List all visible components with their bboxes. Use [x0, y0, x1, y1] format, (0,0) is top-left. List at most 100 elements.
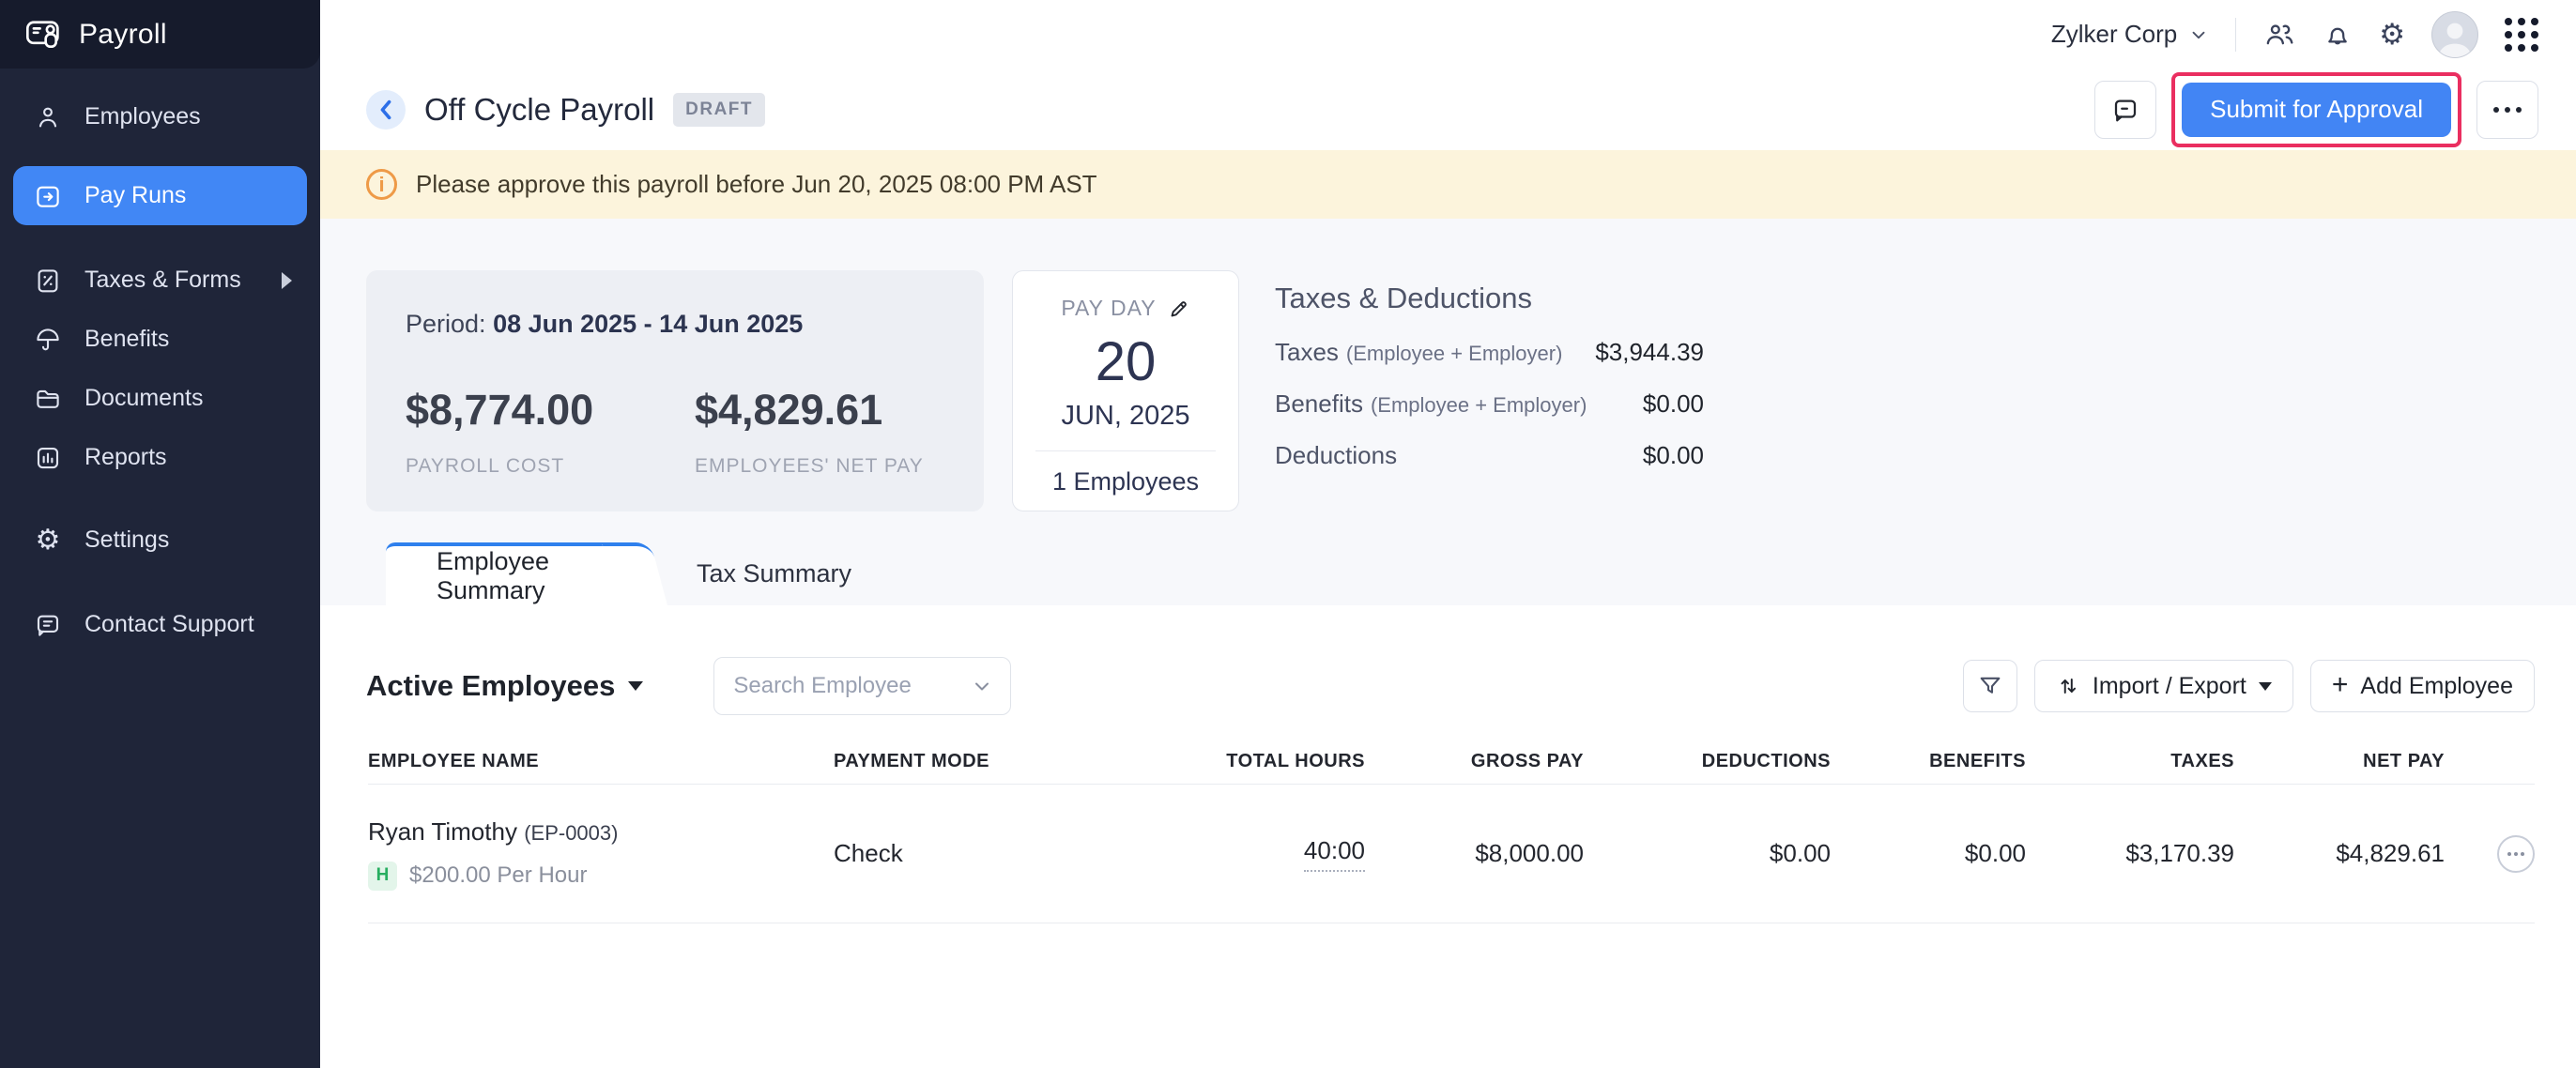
sidebar-item-documents[interactable]: Documents: [13, 369, 307, 428]
net-pay-cell: $4,829.61: [2234, 839, 2445, 868]
sidebar-item-label: Documents: [84, 385, 203, 412]
avatar[interactable]: [2431, 11, 2478, 58]
comment-icon: [2111, 96, 2139, 124]
sidebar-item-label: Settings: [84, 526, 169, 554]
apps-grid-icon[interactable]: [2505, 18, 2538, 52]
sidebar-item-label: Taxes & Forms: [84, 267, 241, 294]
people-icon[interactable]: [2262, 19, 2296, 51]
submenu-arrow-icon: [282, 272, 292, 289]
sidebar-item-label: Reports: [84, 444, 167, 471]
col-deductions: DEDUCTIONS: [1584, 751, 1831, 772]
taxes-value: $3,944.39: [1595, 338, 1704, 367]
gross-pay-cell: $8,000.00: [1365, 839, 1584, 868]
col-net-pay: NET PAY: [2234, 751, 2445, 772]
pencil-icon: [1168, 298, 1190, 320]
period-value: 08 Jun 2025 - 14 Jun 2025: [493, 310, 803, 338]
status-badge: DRAFT: [673, 93, 765, 127]
tab-employee-summary[interactable]: Employee Summary: [386, 542, 636, 605]
sidebar-item-taxes-forms[interactable]: Taxes & Forms: [13, 251, 307, 310]
deductions-cell: $0.00: [1584, 839, 1831, 868]
sidebar-item-contact-support[interactable]: Contact Support: [13, 595, 307, 654]
col-benefits: BENEFITS: [1831, 751, 2026, 772]
payroll-app: Payroll Employees Pay Runs Taxes & Forms: [0, 0, 2576, 1068]
chat-icon: [32, 611, 64, 639]
org-switcher[interactable]: Zylker Corp: [2051, 20, 2209, 49]
sidebar-item-label: Contact Support: [84, 611, 254, 638]
title-actions: Submit for Approval: [2094, 72, 2538, 147]
row-more-button[interactable]: [2497, 835, 2535, 873]
app-title: Payroll: [79, 19, 167, 51]
page-title: Off Cycle Payroll: [424, 92, 654, 128]
net-pay-value: $4,829.61: [695, 386, 984, 435]
employee-table: EMPLOYEE NAME PAYMENT MODE TOTAL HOURS G…: [368, 740, 2535, 923]
back-button[interactable]: [366, 90, 406, 130]
payday-employee-count: 1 Employees: [1013, 467, 1238, 496]
add-employee-button[interactable]: + Add Employee: [2310, 660, 2535, 712]
payday-divider: [1035, 450, 1216, 451]
ellipsis-icon: [2493, 107, 2522, 113]
annotation-highlight: Submit for Approval: [2171, 72, 2461, 147]
payday-label: PAY DAY: [1061, 296, 1156, 321]
search-employee-combobox[interactable]: [713, 657, 1011, 715]
edit-payday-button[interactable]: [1168, 298, 1190, 320]
rate-text: $200.00 Per Hour: [409, 862, 587, 889]
import-export-icon: [2056, 673, 2080, 699]
employee-id: (EP-0003): [524, 821, 618, 845]
employee-summary-panel: Active Employees Import / Export: [320, 605, 2576, 1068]
active-employees-dropdown[interactable]: Active Employees: [366, 669, 643, 703]
gear-icon[interactable]: ⚙: [2379, 20, 2405, 49]
period-line: Period: 08 Jun 2025 - 14 Jun 2025: [406, 310, 984, 339]
sidebar-item-employees[interactable]: Employees: [13, 87, 307, 146]
col-taxes: TAXES: [2026, 751, 2234, 772]
comments-button[interactable]: [2094, 81, 2156, 139]
payday-card: PAY DAY 20 JUN, 2025 1 Employees: [1012, 270, 1239, 511]
hourly-badge: H: [368, 862, 397, 891]
taxes-deductions-section: Taxes & Deductions Taxes (Employee + Emp…: [1275, 270, 1704, 470]
chevron-down-icon[interactable]: [971, 675, 993, 697]
taxes-deductions-title: Taxes & Deductions: [1275, 282, 1704, 315]
benefits-row: Benefits (Employee + Employer) $0.00: [1275, 389, 1704, 419]
employees-icon: [32, 103, 64, 131]
topbar-divider: [2235, 18, 2236, 52]
tab-tax-summary[interactable]: Tax Summary: [636, 542, 851, 605]
submit-for-approval-button[interactable]: Submit for Approval: [2182, 83, 2451, 137]
sidebar-item-label: Employees: [84, 103, 201, 130]
more-actions-button[interactable]: [2476, 81, 2538, 139]
employee-rate: H $200.00 Per Hour: [368, 862, 834, 891]
caret-down-icon: [2259, 682, 2272, 691]
approval-banner: i Please approve this payroll before Jun…: [320, 150, 2576, 219]
net-pay-label: EMPLOYEES' NET PAY: [695, 455, 984, 478]
summary-tabs: Employee Summary Tax Summary: [386, 542, 851, 605]
filter-button[interactable]: [1963, 660, 2017, 712]
sidebar: Payroll Employees Pay Runs Taxes & Forms: [0, 0, 320, 1068]
col-payment-mode: PAYMENT MODE: [834, 751, 1096, 772]
app-logo: Payroll: [0, 0, 320, 69]
payroll-cost-value: $8,774.00: [406, 386, 695, 435]
documents-folder-icon: [32, 385, 64, 413]
import-export-button[interactable]: Import / Export: [2034, 660, 2293, 712]
period-label: Period:: [406, 310, 486, 338]
benefits-value: $0.00: [1643, 389, 1704, 419]
col-total-hours: TOTAL HOURS: [1096, 751, 1365, 772]
gear-icon: ⚙: [32, 526, 64, 555]
sidebar-item-settings[interactable]: ⚙ Settings: [13, 511, 307, 570]
deductions-value: $0.00: [1643, 441, 1704, 470]
benefits-umbrella-icon: [32, 326, 64, 354]
info-icon: i: [366, 169, 397, 200]
sidebar-item-pay-runs[interactable]: Pay Runs: [13, 166, 307, 225]
bell-icon[interactable]: [2323, 20, 2353, 50]
total-hours-cell: 40:00: [1096, 836, 1365, 872]
payday-month-year: JUN, 2025: [1013, 401, 1238, 432]
search-employee-input[interactable]: [733, 673, 971, 699]
total-hours-link[interactable]: 40:00: [1304, 836, 1365, 872]
banner-text: Please approve this payroll before Jun 2…: [416, 170, 1097, 199]
sidebar-item-reports[interactable]: Reports: [13, 428, 307, 487]
employee-name[interactable]: Ryan Timothy: [368, 817, 517, 846]
deductions-row: Deductions $0.00: [1275, 441, 1704, 470]
sidebar-item-benefits[interactable]: Benefits: [13, 310, 307, 369]
col-gross-pay: GROSS PAY: [1365, 751, 1584, 772]
plus-icon: +: [2332, 671, 2349, 699]
pay-runs-icon: [32, 182, 64, 210]
chevron-down-icon: [2188, 24, 2209, 45]
org-name: Zylker Corp: [2051, 20, 2177, 49]
